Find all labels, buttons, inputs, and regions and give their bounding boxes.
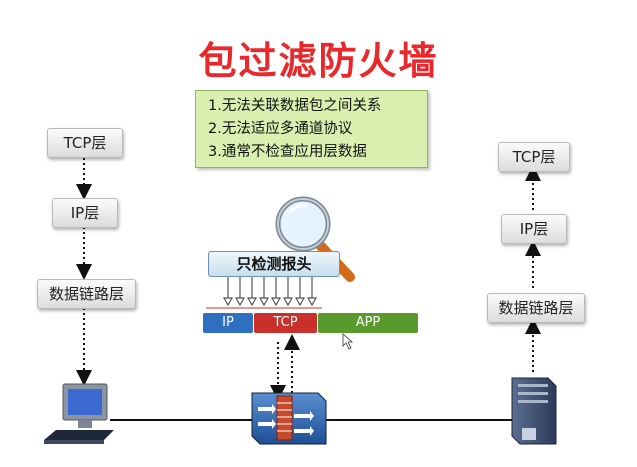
computer-icon bbox=[44, 383, 114, 444]
packet-ip-segment: IP bbox=[203, 313, 253, 333]
server-icon bbox=[511, 377, 557, 445]
firewall-icon bbox=[251, 392, 327, 445]
right-link-layer: 数据链路层 bbox=[487, 293, 585, 323]
packet-tcp-segment: TCP bbox=[254, 313, 317, 333]
right-ip-layer: IP层 bbox=[501, 214, 567, 244]
left-ip-layer: IP层 bbox=[52, 198, 118, 228]
left-tcp-layer: TCP层 bbox=[47, 128, 123, 158]
packet-app-segment: APP bbox=[318, 313, 418, 333]
left-link-layer: 数据链路层 bbox=[37, 279, 136, 309]
inspection-arrows bbox=[222, 277, 318, 307]
right-tcp-layer: TCP层 bbox=[498, 142, 570, 172]
inspect-header-label: 只检测报头 bbox=[208, 251, 340, 277]
cursor-icon bbox=[342, 333, 354, 350]
